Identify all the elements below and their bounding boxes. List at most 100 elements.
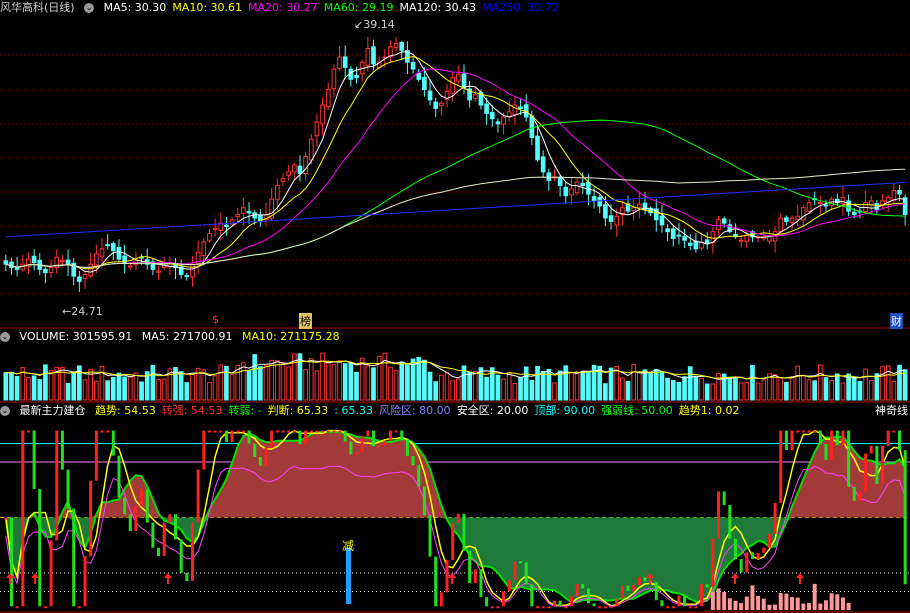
indicator-value: 顶部: 90.00: [534, 404, 596, 417]
candle-body: [767, 236, 772, 242]
candle-body: [110, 243, 116, 252]
candle-body: [676, 234, 682, 237]
volume-bar: [710, 383, 716, 401]
volume-bar: [252, 354, 258, 401]
candle-body: [874, 203, 880, 210]
indicator-legend: 趋势: 54.53 转强: 54.53 转弱: - 判断: 65.33: 65.33 风…: [95, 404, 746, 417]
volume-bar: [122, 376, 127, 401]
candle-body: [586, 181, 591, 195]
volume-bar: [812, 380, 818, 401]
candle-body: [105, 244, 110, 247]
main-header: 风华高科(日线) ⌄ MA5: 30.30 MA10: 30.61 MA20: 30…: [0, 0, 571, 16]
indicator-value: 风险区: 80.00: [378, 404, 451, 417]
candle-body: [416, 72, 422, 80]
volume-bar: [642, 369, 648, 401]
ma-label: MA120: 30.43: [399, 1, 477, 14]
signal-bar: [417, 465, 421, 487]
signal-bar: [586, 588, 590, 604]
volume-bar: [365, 365, 371, 401]
signal-bar: [547, 606, 551, 609]
volume-bar: [110, 377, 116, 401]
signal-bar: [869, 445, 873, 454]
signal-bar: [615, 598, 619, 607]
build-bar: [823, 600, 828, 610]
candle-body: [3, 260, 9, 265]
chevron-down-icon[interactable]: ⌄: [0, 332, 10, 342]
volume-bar: [331, 364, 337, 401]
volume-bar: [687, 366, 693, 401]
reduce-bar: [346, 548, 351, 604]
chevron-down-icon[interactable]: ⌄: [84, 3, 95, 13]
candle-body: [597, 196, 603, 207]
signal-bar: [513, 561, 517, 581]
signal-bar: [371, 430, 375, 447]
volume-bar: [586, 371, 591, 401]
signal-bar: [852, 486, 856, 501]
candle-body: [687, 242, 693, 246]
build-bar: [761, 598, 766, 610]
volume-bar: [512, 383, 518, 401]
candle-body: [354, 75, 359, 79]
volume-bar: [580, 371, 586, 401]
volume-bar: [190, 374, 195, 401]
volume-bar: [427, 371, 433, 401]
signal-bar: [275, 430, 279, 433]
volume-bar: [450, 380, 456, 401]
signal-bar: [66, 469, 70, 509]
buy-arrow-icon: [796, 573, 804, 584]
signal-bar: [349, 441, 353, 455]
candle-body: [461, 73, 467, 89]
candle-body: [77, 276, 82, 282]
candle-body: [399, 42, 405, 51]
candle-body: [224, 224, 229, 228]
ma250-line: [5, 181, 906, 238]
signal-bar: [688, 606, 692, 609]
indicator-value: 转弱: -: [228, 404, 262, 417]
signal-bar: [581, 583, 585, 589]
signal-bar: [405, 439, 409, 456]
signal-bar: [881, 445, 885, 485]
signal-bar: [388, 430, 392, 441]
event-marker-s[interactable]: $: [212, 313, 219, 326]
candle-body: [184, 275, 190, 278]
signal-bar: [903, 450, 907, 585]
signal-bar: [592, 603, 596, 607]
signal-bar: [377, 445, 381, 448]
signal-bar: [745, 552, 749, 573]
volume-bar: [105, 380, 110, 401]
signal-bar: [83, 556, 87, 607]
volume-bar: [569, 372, 574, 401]
signal-bar: [292, 430, 296, 433]
signal-bar: [632, 584, 636, 591]
stock-chart[interactable]: [0, 0, 910, 613]
candle-body: [817, 202, 823, 205]
volume-bar: [297, 353, 303, 401]
ma-legend: MA5: 30.30 MA10: 30.61 MA20: 30.27 MA60: 29…: [104, 1, 565, 14]
signal-bar: [151, 522, 155, 548]
volume-bar: [518, 376, 523, 401]
indicator-name: 最新主力建仓: [19, 404, 86, 417]
event-marker-bang[interactable]: 榜: [299, 313, 312, 329]
volume-bar: [14, 375, 20, 401]
signal-bar: [94, 430, 98, 481]
indicator-value: 趋势: 54.53: [95, 404, 156, 417]
indicator-value: : 65.33: [334, 404, 373, 417]
candle-body: [156, 270, 161, 273]
event-marker-cai[interactable]: 财: [890, 313, 903, 329]
signal-bar: [196, 469, 200, 523]
signal-bar: [89, 480, 93, 557]
build-bar: [829, 593, 834, 610]
build-bar: [733, 600, 738, 610]
candle-body: [851, 211, 857, 216]
signal-bar: [360, 436, 364, 453]
volume-bar: [495, 374, 501, 401]
signal-bar: [281, 430, 285, 433]
chevron-down-icon[interactable]: ⌄: [0, 406, 10, 416]
volume-bar: [229, 374, 235, 401]
build-bar: [818, 603, 823, 610]
volume-bar: [659, 372, 665, 401]
candle-body: [314, 121, 320, 137]
volume-bar: [71, 371, 77, 401]
candle-body: [670, 228, 676, 240]
signal-bar: [60, 430, 64, 470]
